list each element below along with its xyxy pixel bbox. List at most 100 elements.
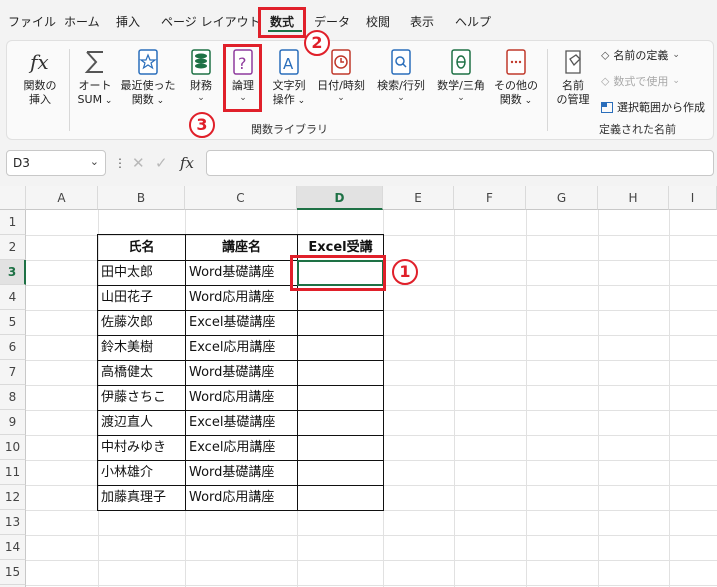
column-header-d[interactable]: D [297, 186, 383, 210]
row-header-3[interactable]: 3 [0, 260, 26, 285]
formula-input[interactable] [206, 150, 714, 176]
insert-function-label-1: 関数の [23, 79, 57, 92]
row-header-2[interactable]: 2 [0, 235, 26, 260]
column-header-h[interactable]: H [598, 186, 669, 210]
autosum-label-2: SUM [77, 93, 103, 106]
more-label-1: その他の [494, 79, 538, 92]
row-header-4[interactable]: 4 [0, 285, 26, 310]
cell-course[interactable]: Excel基礎講座 [186, 410, 297, 435]
lookup-reference-button[interactable]: 検索/行列 ⌄ [371, 47, 431, 103]
cell-name[interactable]: 中村みゆき [98, 435, 185, 460]
gridline [454, 210, 455, 587]
cell-excel[interactable] [298, 335, 383, 360]
cell-name[interactable]: 高橋健太 [98, 360, 185, 385]
name-manager-label-2: の管理 [556, 93, 590, 106]
cell-excel[interactable] [298, 435, 383, 460]
math-trig-button[interactable]: 数学/三角 ⌄ [431, 47, 491, 103]
cell-name[interactable]: 佐藤次郎 [98, 310, 185, 335]
cell-course[interactable]: Word基礎講座 [186, 460, 297, 485]
name-manager-button[interactable]: 名前 の管理 [553, 47, 593, 107]
tab-view[interactable]: 表示 [410, 13, 434, 30]
more-options-icon[interactable]: ⋮ [114, 156, 126, 170]
cell-course[interactable]: Excel応用講座 [186, 435, 297, 460]
cell-name[interactable]: 伊藤さちこ [98, 385, 185, 410]
column-header-i[interactable]: I [669, 186, 717, 210]
cell-name[interactable]: 渡辺直人 [98, 410, 185, 435]
cell-excel[interactable] [298, 460, 383, 485]
cell-excel[interactable] [298, 360, 383, 385]
row-header-7[interactable]: 7 [0, 360, 26, 385]
tab-help[interactable]: ヘルプ [455, 13, 491, 30]
cell-name[interactable]: 山田花子 [98, 285, 185, 310]
cell-name[interactable]: 加藤真理子 [98, 485, 185, 510]
cell-course[interactable]: Word応用講座 [186, 485, 297, 510]
column-header-f[interactable]: F [454, 186, 526, 210]
header-cell-name[interactable]: 氏名 [98, 235, 185, 260]
insert-function-button[interactable]: fx 関数の 挿入 [17, 47, 63, 107]
defined-names-group-label: 定義された名前 [599, 123, 676, 136]
cell-course[interactable]: Excel基礎講座 [186, 310, 297, 335]
more-label-2: 関数 [499, 93, 522, 106]
recently-used-button[interactable]: 最近使った 関数 ⌄ [119, 47, 177, 108]
cell-course[interactable]: Word応用講座 [186, 385, 297, 410]
gridline [26, 535, 717, 536]
lookup-label: 検索/行列 [377, 79, 425, 92]
tab-review[interactable]: 校閲 [366, 13, 390, 30]
row-header-11[interactable]: 11 [0, 460, 26, 485]
header-cell-course[interactable]: 講座名 [186, 235, 297, 260]
cell-excel[interactable] [298, 310, 383, 335]
text-functions-button[interactable]: A 文字列 操作 ⌄ [267, 47, 311, 108]
step-badge-1: 1 [392, 259, 418, 285]
column-header-c[interactable]: C [185, 186, 297, 210]
row-header-5[interactable]: 5 [0, 310, 26, 335]
column-header-e[interactable]: E [383, 186, 454, 210]
column-header-g[interactable]: G [526, 186, 598, 210]
tab-insert[interactable]: 挿入 [116, 13, 140, 30]
use-in-formula-button[interactable]: ⬦ 数式で使用 ⌄ [601, 73, 680, 89]
chevron-down-icon[interactable]: ⌄ [90, 155, 99, 168]
cell-course[interactable]: Word基礎講座 [186, 360, 297, 385]
cell-name[interactable]: 小林雄介 [98, 460, 185, 485]
row-header-10[interactable]: 10 [0, 435, 26, 460]
cell-name[interactable]: 田中太郎 [98, 260, 185, 285]
row-header-8[interactable]: 8 [0, 385, 26, 410]
define-name-button[interactable]: ⬦ 名前の定義 ⌄ [601, 47, 680, 63]
financial-label: 財務 [190, 79, 212, 92]
cell-course[interactable]: Excel応用講座 [186, 335, 297, 360]
cell-excel[interactable] [298, 485, 383, 510]
cell-excel[interactable] [298, 385, 383, 410]
more-functions-button[interactable]: その他の 関数 ⌄ [491, 47, 541, 108]
cell-course[interactable]: Word応用講座 [186, 285, 297, 310]
tab-data[interactable]: データ [314, 13, 350, 30]
cell-excel[interactable] [298, 410, 383, 435]
cell-name[interactable]: 鈴木美樹 [98, 335, 185, 360]
financial-button[interactable]: 財務 ⌄ [183, 47, 219, 103]
row-header-12[interactable]: 12 [0, 485, 26, 510]
svg-text:A: A [283, 55, 294, 73]
autosum-button[interactable]: オート SUM ⌄ [73, 47, 117, 108]
tab-home[interactable]: ホーム [64, 13, 100, 30]
math-label: 数学/三角 [437, 79, 485, 92]
theta-book-icon [451, 49, 471, 75]
cancel-icon[interactable]: ✕ [132, 154, 145, 172]
row-header-9[interactable]: 9 [0, 410, 26, 435]
name-box-value: D3 [13, 156, 30, 170]
select-all-corner[interactable] [0, 186, 26, 210]
cell-course[interactable]: Word基礎講座 [186, 260, 297, 285]
row-header-1[interactable]: 1 [0, 210, 26, 235]
tab-page-layout[interactable]: ページ レイアウト [161, 13, 261, 30]
magnifier-book-icon [391, 49, 411, 75]
row-header-15[interactable]: 15 [0, 560, 26, 585]
name-box[interactable]: D3 ⌄ [6, 150, 106, 176]
create-from-selection-button[interactable]: 選択範囲から作成 [601, 99, 705, 115]
gridline [26, 585, 717, 586]
insert-function-icon[interactable]: fx [180, 154, 194, 172]
grid-selection-icon [601, 101, 613, 113]
column-header-a[interactable]: A [26, 186, 98, 210]
confirm-icon[interactable]: ✓ [155, 154, 168, 172]
row-header-6[interactable]: 6 [0, 335, 26, 360]
tab-file[interactable]: ファイル [8, 13, 56, 30]
row-header-14[interactable]: 14 [0, 535, 26, 560]
column-header-b[interactable]: B [98, 186, 185, 210]
row-header-13[interactable]: 13 [0, 510, 26, 535]
